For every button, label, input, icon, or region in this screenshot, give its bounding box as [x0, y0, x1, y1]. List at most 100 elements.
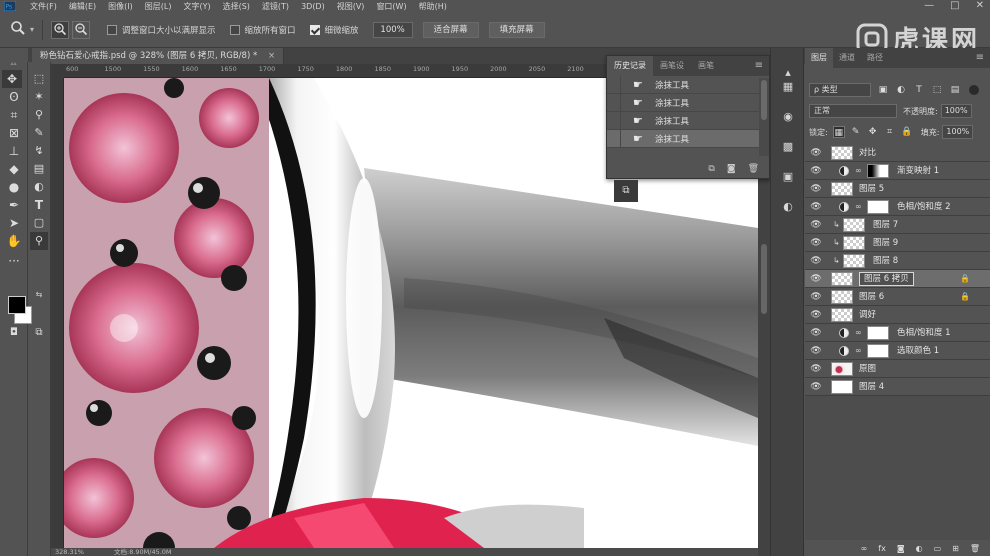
layer-row[interactable]: 👁 图层 5: [805, 180, 990, 198]
tab-history[interactable]: 历史记录: [607, 56, 653, 76]
history-item[interactable]: ☛ 涂抹工具: [607, 75, 769, 94]
menu-help[interactable]: 帮助(H): [419, 1, 447, 12]
scrollbar-thumb[interactable]: [761, 244, 767, 314]
layer-row[interactable]: 👁 ∞ 渐变映射 1: [805, 162, 990, 180]
pixel-filter-icon[interactable]: ▣: [877, 85, 889, 95]
stamp-tool-icon[interactable]: ⊥: [4, 142, 24, 160]
new-layer-icon[interactable]: ⊞: [952, 544, 959, 553]
gradient-tool-icon[interactable]: ▤: [30, 160, 48, 178]
zoom-out-button[interactable]: [72, 20, 91, 39]
panel-menu-icon[interactable]: ≡: [970, 48, 990, 68]
new-doc-from-state-icon[interactable]: ⧉: [708, 164, 714, 174]
eye-icon[interactable]: 👁: [809, 342, 823, 360]
hand-tool-icon[interactable]: ✋: [4, 232, 24, 250]
layer-row[interactable]: 👁 ∞ 选取颜色 1: [805, 342, 990, 360]
blur-tool-icon[interactable]: ●: [4, 178, 24, 196]
dodge-tool-icon[interactable]: ◐: [30, 178, 48, 196]
foreground-color-swatch[interactable]: [8, 296, 26, 314]
checkbox-box[interactable]: [229, 24, 240, 35]
eye-icon[interactable]: 👁: [809, 270, 823, 288]
layer-row[interactable]: 👁 图层 4: [805, 378, 990, 396]
layer-row[interactable]: 👁 ↳ 图层 9: [805, 234, 990, 252]
layer-row[interactable]: 👁 ∞ 色相/饱和度 1: [805, 324, 990, 342]
layer-mask-thumbnail[interactable]: [867, 326, 889, 340]
panel-grip[interactable]: ▴▴: [0, 61, 27, 68]
scrubby-zoom-checkbox[interactable]: 细微缩放: [309, 24, 359, 36]
menu-3d[interactable]: 3D(D): [301, 2, 325, 11]
mask-icon[interactable]: ◙: [897, 544, 905, 553]
eye-icon[interactable]: 👁: [809, 306, 823, 324]
layer-mask-thumbnail[interactable]: [867, 164, 889, 178]
shape-filter-icon[interactable]: ⬚: [931, 85, 943, 95]
zoom-icon[interactable]: [8, 20, 28, 40]
move-tool-icon[interactable]: ✥: [2, 70, 22, 88]
tab-brushes[interactable]: 画笔: [691, 56, 721, 76]
trash-icon[interactable]: 🗑: [970, 544, 980, 553]
eye-icon[interactable]: 👁: [809, 288, 823, 306]
tab-paths[interactable]: 路径: [861, 48, 889, 68]
checkbox-box[interactable]: [107, 24, 118, 35]
blend-mode-select[interactable]: 正常: [809, 104, 897, 118]
document-size-info[interactable]: 文档:8.90M/45.0M: [114, 548, 172, 556]
crop-tool-icon[interactable]: ⌗: [4, 106, 24, 124]
menu-layer[interactable]: 图层(L): [145, 1, 172, 12]
adjustment-filter-icon[interactable]: ◐: [895, 85, 907, 95]
brush-tool-icon[interactable]: ✎: [30, 124, 48, 142]
lock-transparent-icon[interactable]: ▦: [832, 126, 845, 138]
layer-mask-thumbnail[interactable]: [867, 344, 889, 358]
lock-all-icon[interactable]: 🔒: [901, 126, 913, 138]
trash-icon[interactable]: 🗑: [748, 164, 759, 174]
fill-field[interactable]: 100%: [942, 125, 974, 139]
layer-row[interactable]: 👁 图层 6 🔒: [805, 288, 990, 306]
type-tool-icon[interactable]: T: [30, 196, 48, 214]
menu-edit[interactable]: 编辑(E): [69, 1, 96, 12]
eye-icon[interactable]: 👁: [809, 252, 823, 270]
resize-windows-checkbox[interactable]: 调整窗口大小以满屏显示: [107, 24, 216, 36]
color-icon[interactable]: ◉: [779, 108, 797, 126]
document-tab[interactable]: 粉色钻石爱心戒指.psd @ 328% (图层 6 拷贝, RGB/8) * ×: [32, 48, 285, 64]
scrollbar-thumb[interactable]: [761, 80, 767, 120]
fit-screen-button[interactable]: 适合屏幕: [422, 21, 479, 38]
chevron-down-icon[interactable]: ▾: [30, 25, 34, 34]
swatches-icon[interactable]: ▩: [779, 138, 797, 156]
eye-icon[interactable]: 👁: [809, 378, 823, 396]
eraser-tool-icon[interactable]: ◆: [4, 160, 24, 178]
history-scrollbar[interactable]: [759, 78, 769, 156]
history-brush-tool-icon[interactable]: ↯: [30, 142, 48, 160]
zoom-readout[interactable]: 328.31%: [55, 548, 84, 556]
layer-filter-select[interactable]: ρ 类型: [809, 83, 871, 97]
type-filter-icon[interactable]: T: [913, 85, 925, 95]
history-brush-source-cell[interactable]: [607, 93, 621, 112]
eyedropper-tool-icon[interactable]: ⚲: [30, 106, 48, 124]
eye-icon[interactable]: 👁: [809, 198, 823, 216]
layer-mask-thumbnail[interactable]: [867, 200, 889, 214]
adjustments-icon[interactable]: ◐: [779, 198, 797, 216]
menu-window[interactable]: 窗口(W): [376, 1, 406, 12]
layer-row[interactable]: 👁 原图: [805, 360, 990, 378]
eye-icon[interactable]: 👁: [809, 234, 823, 252]
layer-row-selected[interactable]: 👁 图层 6 拷贝 🔒: [805, 270, 990, 288]
layer-name-editing[interactable]: 图层 6 拷贝: [859, 272, 914, 286]
tab-layers[interactable]: 图层: [805, 48, 833, 68]
link-icon[interactable]: ∞: [861, 544, 868, 553]
history-collapsed-icon[interactable]: ⧉: [614, 180, 638, 202]
layer-row[interactable]: 👁 对比: [805, 144, 990, 162]
eye-icon[interactable]: 👁: [809, 324, 823, 342]
fill-screen-button[interactable]: 填充屏幕: [488, 21, 545, 38]
zoom-all-checkbox[interactable]: 缩放所有窗口: [229, 24, 296, 36]
eye-icon[interactable]: 👁: [809, 360, 823, 378]
zoom-in-button[interactable]: [51, 20, 70, 39]
fx-icon[interactable]: fx: [878, 544, 886, 553]
history-item-current[interactable]: ☛ 涂抹工具: [607, 129, 769, 148]
menu-file[interactable]: 文件(F): [30, 1, 57, 12]
magic-wand-tool-icon[interactable]: ✶: [30, 88, 48, 106]
filter-toggle[interactable]: [969, 85, 979, 95]
marquee-tool-icon[interactable]: ⬚: [30, 70, 48, 88]
lock-position-icon[interactable]: ✥: [867, 126, 879, 138]
properties-icon[interactable]: ▦: [779, 78, 797, 96]
adjustment-icon[interactable]: ◐: [916, 544, 923, 553]
history-brush-source-cell[interactable]: [607, 75, 621, 94]
history-brush-source-cell[interactable]: [607, 129, 621, 148]
history-brush-source-cell[interactable]: [607, 111, 621, 130]
layer-row[interactable]: 👁 调好: [805, 306, 990, 324]
